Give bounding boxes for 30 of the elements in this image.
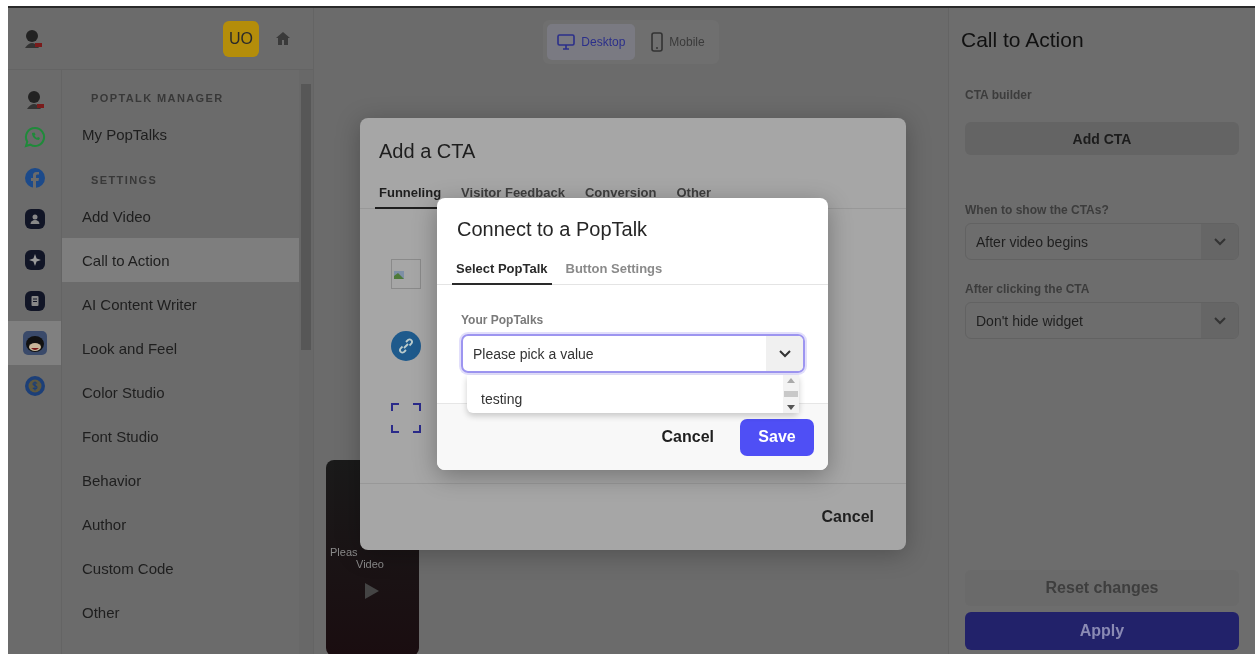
add-cta-button[interactable]: Add CTA xyxy=(965,122,1239,155)
menu-item[interactable]: Look and Feel xyxy=(62,326,299,370)
dialog-title: Add a CTA xyxy=(378,139,477,163)
menu-item[interactable]: AI Content Writer xyxy=(62,282,299,326)
menu-item[interactable]: Add Video xyxy=(62,194,299,238)
preview-text: Video xyxy=(355,558,385,570)
select-field[interactable]: After video begins xyxy=(965,223,1239,260)
user-avatar[interactable]: UO xyxy=(223,20,259,57)
cancel-button[interactable]: Cancel xyxy=(821,508,874,526)
save-button[interactable]: Save xyxy=(740,418,814,456)
menu-item[interactable]: My PopTalks xyxy=(62,112,299,156)
device-tab[interactable]: Desktop xyxy=(547,24,636,60)
menu-item[interactable]: Color Studio xyxy=(62,370,299,414)
menu-item[interactable]: Font Studio xyxy=(62,414,299,458)
select-field[interactable]: Please pick a value xyxy=(461,334,805,373)
menu-item[interactable]: Call to Action xyxy=(62,238,299,282)
apply-button[interactable]: Apply xyxy=(965,612,1239,650)
dialog-title: Connect to a PopTalk xyxy=(456,217,649,241)
cancel-button[interactable]: Cancel xyxy=(661,428,714,446)
dropdown-option[interactable]: testing xyxy=(467,375,783,413)
field-label: Your PopTalks xyxy=(461,313,545,327)
menu-item[interactable]: Custom Code xyxy=(62,546,299,590)
panel-title: Call to Action xyxy=(961,28,1085,52)
preview-text: Pleas xyxy=(330,546,359,558)
menu-item[interactable]: Other xyxy=(62,590,299,634)
menu-item[interactable]: Behavior xyxy=(62,458,299,502)
menu-item[interactable]: Author xyxy=(62,502,299,546)
dialog-tab[interactable]: Button Settings xyxy=(561,261,667,285)
dialog-tab[interactable]: Select PopTalk xyxy=(452,261,552,285)
select-field[interactable]: Don't hide widget xyxy=(965,302,1239,339)
